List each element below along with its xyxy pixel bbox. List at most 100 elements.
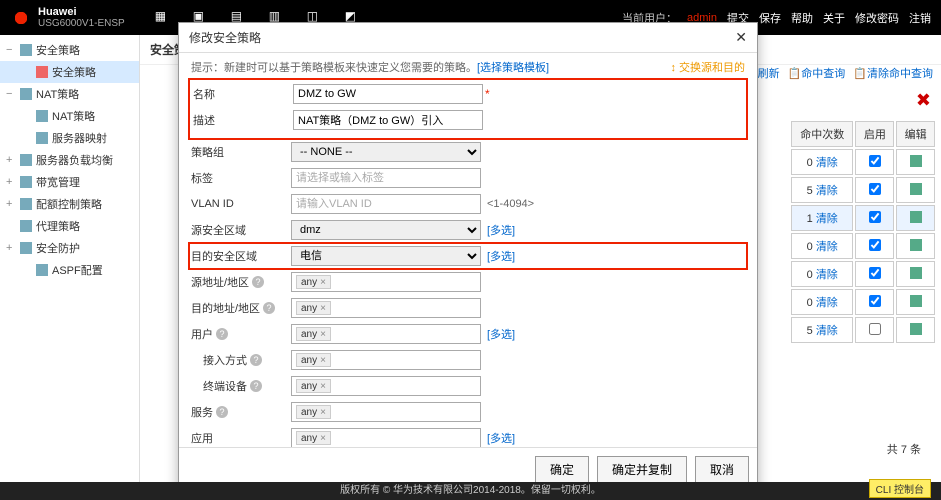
tags-input[interactable] [291, 168, 481, 188]
enable-checkbox[interactable] [869, 323, 881, 335]
tree-item[interactable]: NAT策略 [0, 105, 139, 127]
help-link[interactable]: 帮助 [791, 10, 813, 26]
edit-icon[interactable] [910, 155, 922, 167]
vlan-range: <1-4094> [487, 198, 534, 210]
col-hits: 命中次数 [791, 121, 853, 147]
service-box[interactable]: any× [291, 402, 481, 422]
tree-item[interactable]: ASPF配置 [0, 259, 139, 281]
hits-row: 0 清除 [791, 233, 935, 259]
cli-console-badge[interactable]: CLI 控制台 [869, 479, 931, 498]
tree-item[interactable]: +配额控制策略 [0, 193, 139, 215]
nav-tree: −安全策略安全策略−NAT策略NAT策略服务器映射+服务器负载均衡+带宽管理+配… [0, 35, 140, 487]
enable-checkbox[interactable] [869, 239, 881, 251]
save-link[interactable]: 保存 [759, 10, 781, 26]
edit-icon[interactable] [910, 211, 922, 223]
brand-name: Huawei [38, 6, 125, 18]
lbl-tags: 标签 [191, 170, 291, 186]
lbl-desc: 描述 [193, 112, 293, 128]
group-select[interactable]: -- NONE -- [291, 142, 481, 162]
help-icon[interactable]: ? [216, 406, 228, 418]
help-icon[interactable]: ? [250, 380, 262, 392]
logout-link[interactable]: 注销 [909, 10, 931, 26]
choose-template-link[interactable]: [选择策略模板] [477, 62, 549, 74]
dstaddr-box[interactable]: any× [291, 298, 481, 318]
clear-hits[interactable]: 清除 [816, 213, 838, 225]
lbl-term: 终端设备? [191, 378, 291, 394]
enable-checkbox[interactable] [869, 155, 881, 167]
ok-copy-button[interactable]: 确定并复制 [597, 456, 687, 483]
enable-checkbox[interactable] [869, 211, 881, 223]
change-pwd-link[interactable]: 修改密码 [855, 10, 899, 26]
user-multi[interactable]: [多选] [487, 329, 515, 341]
cancel-button[interactable]: 取消 [695, 456, 749, 483]
tree-item[interactable]: +安全防护 [0, 237, 139, 259]
tree-item[interactable]: 代理策略 [0, 215, 139, 237]
app-multi[interactable]: [多选] [487, 433, 515, 445]
access-box[interactable]: any× [291, 350, 481, 370]
edit-policy-dialog: 修改安全策略 ✕ ↕ 交换源和目的 提示：新建时可以基于策略模板来快速定义您需要… [178, 22, 758, 492]
clear-hits[interactable]: 清除 [816, 269, 838, 281]
lbl-user: 用户? [191, 326, 291, 342]
tree-item[interactable]: +带宽管理 [0, 171, 139, 193]
clear-hitlog-link[interactable]: 📋清除命中查询 [853, 65, 933, 81]
lbl-dstaddr: 目的地址/地区? [191, 300, 291, 316]
copyright-footer: 版权所有 © 华为技术有限公司2014-2018。保留一切权利。 [0, 482, 941, 500]
hitlog-link[interactable]: 📋命中查询 [788, 65, 846, 81]
edit-icon[interactable] [910, 267, 922, 279]
clear-hits[interactable]: 清除 [816, 157, 838, 169]
dialog-title: 修改安全策略 [189, 29, 261, 46]
desc-input[interactable] [293, 110, 483, 130]
hits-row: 0 清除 [791, 289, 935, 315]
hits-table: 命中次数 启用 编辑 0 清除 5 清除 1 清除 0 清除 0 清除 0 清除… [789, 119, 937, 345]
dialog-close-icon[interactable]: ✕ [735, 29, 747, 46]
clear-hits[interactable]: 清除 [816, 297, 838, 309]
help-icon[interactable]: ? [263, 302, 275, 314]
model-name: USG6000V1-ENSP [38, 18, 125, 29]
term-box[interactable]: any× [291, 376, 481, 396]
close-filter-icon[interactable]: ✖ [916, 90, 931, 111]
help-icon[interactable]: ? [252, 276, 264, 288]
edit-icon[interactable] [910, 323, 922, 335]
dstzone-select[interactable]: 电信 [291, 246, 481, 266]
dstzone-multi[interactable]: [多选] [487, 251, 515, 263]
hits-row: 1 清除 [791, 205, 935, 231]
tree-item[interactable]: −NAT策略 [0, 83, 139, 105]
hits-row: 0 清除 [791, 261, 935, 287]
help-icon[interactable]: ? [250, 354, 262, 366]
srcaddr-box[interactable]: any× [291, 272, 481, 292]
edit-icon[interactable] [910, 295, 922, 307]
lbl-srcaddr: 源地址/地区? [191, 274, 291, 290]
lbl-access: 接入方式? [191, 352, 291, 368]
huawei-logo-icon [10, 7, 32, 29]
enable-checkbox[interactable] [869, 295, 881, 307]
edit-icon[interactable] [910, 239, 922, 251]
srczone-select[interactable]: dmz [291, 220, 481, 240]
dashboard-icon[interactable]: ▦ [155, 9, 173, 27]
tree-item[interactable]: 服务器映射 [0, 127, 139, 149]
lbl-srczone: 源安全区域 [191, 222, 291, 238]
edit-icon[interactable] [910, 183, 922, 195]
ok-button[interactable]: 确定 [535, 456, 589, 483]
clear-hits[interactable]: 清除 [816, 325, 838, 337]
clear-hits[interactable]: 清除 [816, 241, 838, 253]
enable-checkbox[interactable] [869, 267, 881, 279]
name-input[interactable] [293, 84, 483, 104]
tree-item[interactable]: −安全策略 [0, 39, 139, 61]
swap-src-dst[interactable]: ↕ 交换源和目的 [670, 59, 745, 75]
tree-item[interactable]: 安全策略 [0, 61, 139, 83]
required-star: * [485, 87, 490, 101]
user-box[interactable]: any× [291, 324, 481, 344]
lbl-vlan: VLAN ID [191, 198, 291, 210]
tree-item[interactable]: +服务器负载均衡 [0, 149, 139, 171]
srczone-multi[interactable]: [多选] [487, 225, 515, 237]
enable-checkbox[interactable] [869, 183, 881, 195]
col-enable: 启用 [855, 121, 894, 147]
dialog-titlebar: 修改安全策略 ✕ [179, 23, 757, 53]
about-link[interactable]: 关于 [823, 10, 845, 26]
app-box[interactable]: any× [291, 428, 481, 447]
lbl-name: 名称 [193, 86, 293, 102]
help-icon[interactable]: ? [216, 328, 228, 340]
vlan-input[interactable] [291, 194, 481, 214]
hits-row: 0 清除 [791, 149, 935, 175]
clear-hits[interactable]: 清除 [816, 185, 838, 197]
